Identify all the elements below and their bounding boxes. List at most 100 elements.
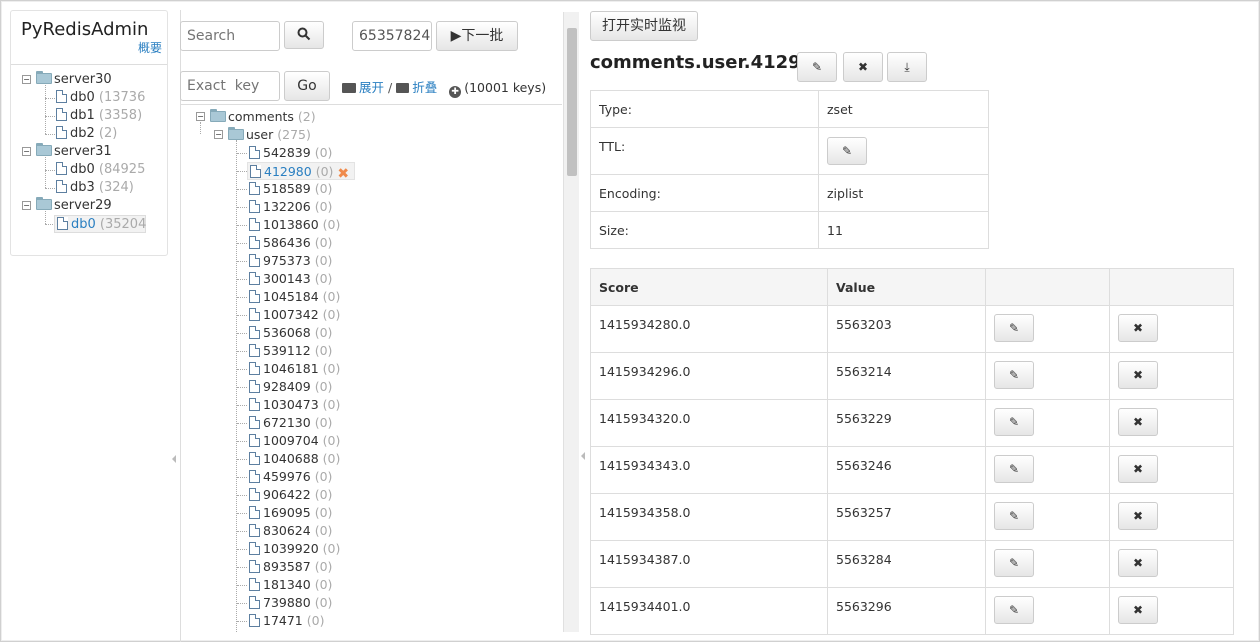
delete-member-button[interactable]: ✖ — [1118, 596, 1158, 624]
key-node[interactable]: 975373 (0) — [247, 252, 334, 270]
db-key-count: (84925 — [98, 162, 146, 177]
server-node[interactable]: server29 — [36, 197, 112, 215]
score-column-header: Score — [590, 268, 828, 306]
server-toggle[interactable]: − — [22, 201, 31, 210]
key-node[interactable]: 1040688 (0) — [247, 450, 342, 468]
go-button[interactable]: Go — [284, 71, 330, 101]
edit-member-button[interactable]: ✎ — [994, 361, 1034, 389]
key-node[interactable]: 1045184 (0) — [247, 288, 342, 306]
edit-member-button[interactable]: ✎ — [994, 596, 1034, 624]
delete-icon: ✖ — [1132, 462, 1144, 476]
db-node[interactable]: db0 (35204 — [54, 215, 146, 233]
value-cell: 5563246 — [827, 446, 986, 494]
server-node[interactable]: server31 — [36, 143, 112, 161]
cursor-field[interactable]: 65357824 — [352, 21, 432, 51]
key-node[interactable]: 830624 (0) — [247, 522, 334, 540]
key-count: (0) — [314, 271, 333, 286]
key-node[interactable]: 586436 (0) — [247, 234, 334, 252]
key-node[interactable]: 1039920 (0) — [247, 540, 342, 558]
key-node[interactable]: 928409 (0) — [247, 378, 334, 396]
expand-link[interactable]: 展开 — [359, 80, 384, 95]
key-node[interactable]: 181340 (0) — [247, 576, 334, 594]
tree-connector — [237, 567, 247, 568]
tree-toggle[interactable]: − — [196, 112, 205, 121]
delete-member-button[interactable]: ✖ — [1118, 361, 1158, 389]
edit-member-button[interactable]: ✎ — [994, 408, 1034, 436]
next-batch-button[interactable]: ▶下一批 — [436, 21, 518, 51]
key-node[interactable]: 1046181 (0) — [247, 360, 342, 378]
key-node[interactable]: 518589 (0) — [247, 180, 334, 198]
delete-key-button[interactable]: ✖ — [843, 52, 883, 82]
tree-node-user[interactable]: user (275) — [228, 126, 311, 144]
db-node[interactable]: db0 (84925 — [54, 161, 147, 179]
table-row: 1415934296.0 5563214 ✎ ✖ — [590, 352, 1234, 400]
key-node[interactable]: 1007342 (0) — [247, 306, 342, 324]
key-count: (0) — [314, 253, 333, 268]
server-toggle[interactable]: − — [22, 147, 31, 156]
edit-member-button[interactable]: ✎ — [994, 502, 1034, 530]
delete-member-button[interactable]: ✖ — [1118, 549, 1158, 577]
tree-connector — [237, 531, 247, 532]
file-icon — [249, 254, 260, 267]
collapse-left-arrow[interactable] — [172, 455, 176, 463]
tree-toggle[interactable]: − — [214, 130, 223, 139]
key-node[interactable]: 672130 (0) — [247, 414, 334, 432]
edit-ttl-button[interactable]: ✎ — [827, 137, 867, 165]
key-node[interactable]: 1009704 (0) — [247, 432, 342, 450]
edit-member-button[interactable]: ✎ — [994, 455, 1034, 483]
scrollbar-thumb[interactable] — [567, 28, 577, 176]
delete-member-button[interactable]: ✖ — [1118, 455, 1158, 483]
delete-icon: ✖ — [1132, 321, 1144, 335]
db-node[interactable]: db1 (3358) — [54, 107, 144, 125]
collapse-link[interactable]: 折叠 — [412, 80, 437, 95]
key-label: 1039920 — [263, 541, 319, 556]
key-node[interactable]: 300143 (0) — [247, 270, 334, 288]
realtime-monitor-button[interactable]: 打开实时监视 — [590, 11, 698, 41]
delete-member-button[interactable]: ✖ — [1118, 314, 1158, 342]
key-node[interactable]: 539112 (0) — [247, 342, 334, 360]
tree-node-comments[interactable]: comments (2) — [210, 108, 316, 126]
delete-key-icon[interactable]: ✖ — [337, 167, 352, 181]
value-cell: 5563203 — [827, 305, 986, 353]
edit-member-button[interactable]: ✎ — [994, 314, 1034, 342]
edit-member-button[interactable]: ✎ — [994, 549, 1034, 577]
server-node[interactable]: server30 — [36, 71, 112, 89]
exact-key-input[interactable] — [180, 71, 280, 101]
key-node[interactable]: 1013860 (0) — [247, 216, 342, 234]
rename-key-button[interactable]: ✎ — [797, 52, 837, 82]
delete-member-button[interactable]: ✖ — [1118, 408, 1158, 436]
key-label: 928409 — [263, 379, 311, 394]
tree-connector — [237, 315, 247, 316]
key-count: (0) — [315, 164, 334, 179]
server-toggle[interactable]: − — [22, 75, 31, 84]
key-tree-scrollbar[interactable] — [563, 12, 579, 632]
db-node[interactable]: db0 (13736 — [54, 89, 147, 107]
delete-member-button[interactable]: ✖ — [1118, 502, 1158, 530]
overview-link[interactable]: 概要 — [138, 39, 162, 56]
db-node[interactable]: db2 (2) — [54, 125, 119, 143]
score-cell: 1415934358.0 — [590, 493, 828, 541]
key-node[interactable]: 536068 (0) — [247, 324, 334, 342]
key-count: (0) — [314, 487, 333, 502]
table-row: 1415934358.0 5563257 ✎ ✖ — [590, 493, 1234, 541]
export-key-button[interactable]: ⤓ — [887, 52, 927, 82]
value-cell: 5563229 — [827, 399, 986, 447]
search-input[interactable] — [180, 21, 280, 51]
key-node[interactable]: 906422 (0) — [247, 486, 334, 504]
db-node[interactable]: db3 (324) — [54, 179, 136, 197]
search-button[interactable] — [284, 21, 324, 49]
key-node[interactable]: 1030473 (0) — [247, 396, 342, 414]
key-node[interactable]: 169095 (0) — [247, 504, 334, 522]
key-node[interactable]: 412980 (0) ✖ — [247, 162, 356, 181]
key-title: comments.user.412980 — [590, 52, 826, 73]
collapse-mid-arrow[interactable] — [581, 452, 585, 460]
key-node[interactable]: 739880 (0) — [247, 594, 334, 612]
key-node[interactable]: 542839 (0) — [247, 144, 334, 162]
app-title[interactable]: PyRedisAdmin — [21, 19, 148, 40]
key-node[interactable]: 17471 (0) — [247, 612, 326, 630]
key-label: 830624 — [263, 523, 311, 538]
key-label: 132206 — [263, 199, 311, 214]
key-node[interactable]: 132206 (0) — [247, 198, 334, 216]
key-node[interactable]: 893587 (0) — [247, 558, 334, 576]
key-node[interactable]: 459976 (0) — [247, 468, 334, 486]
